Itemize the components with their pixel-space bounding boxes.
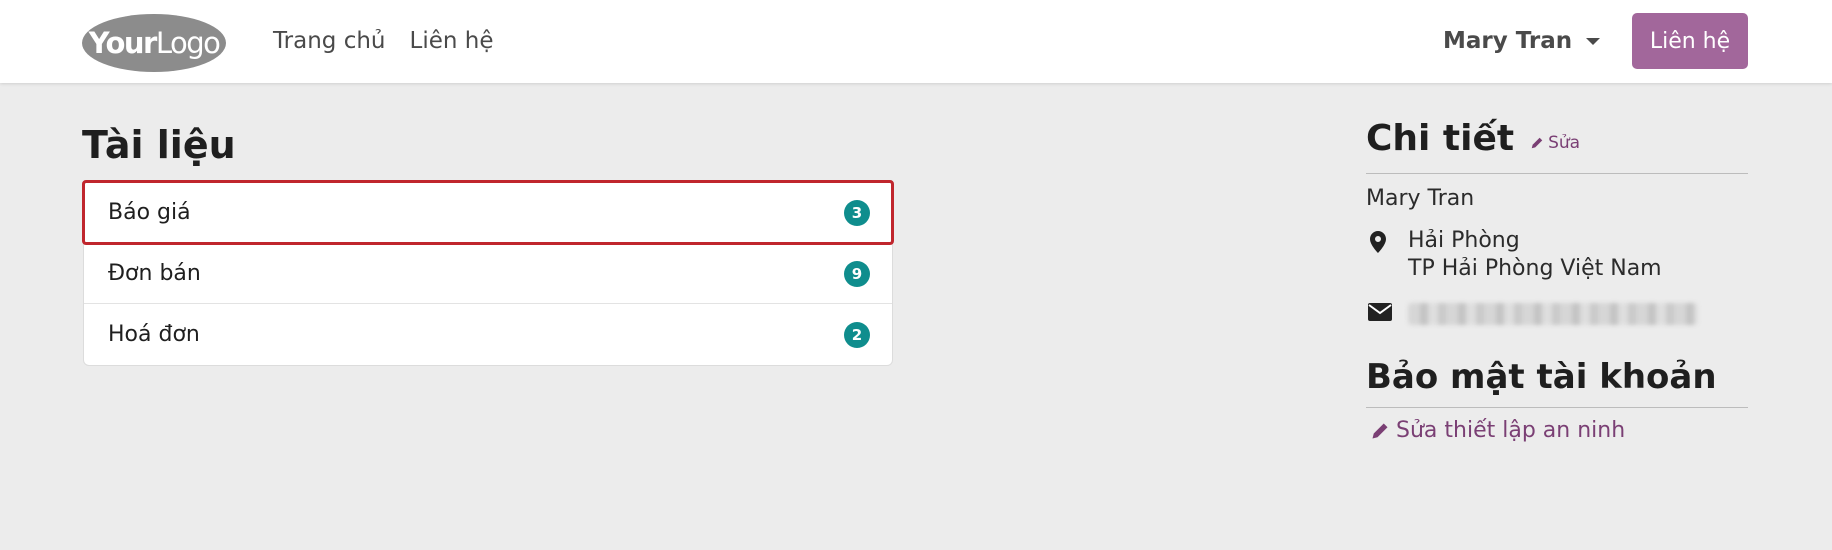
doc-item-label: Đơn bán <box>108 260 201 286</box>
pencil-icon <box>1372 423 1388 438</box>
count-badge: 2 <box>844 322 870 348</box>
nav-contact[interactable]: Liên hệ <box>410 24 494 58</box>
logo-text-thin: Logo <box>155 26 221 60</box>
doc-item-label: Hoá đơn <box>108 322 200 347</box>
security-settings-link[interactable]: Sửa thiết lập an ninh <box>1366 418 1748 443</box>
doc-item-sales-orders[interactable]: Đơn bán 9 <box>84 243 892 304</box>
details-header: Chi tiết Sửa <box>1366 118 1748 174</box>
doc-item-invoices[interactable]: Hoá đơn 2 <box>84 304 892 365</box>
main-nav: Trang chủ Liên hệ <box>273 24 518 58</box>
address-lines: Hải Phòng TP Hải Phòng Việt Nam <box>1408 227 1662 283</box>
security-link-label: Sửa thiết lập an ninh <box>1396 418 1626 443</box>
contact-button[interactable]: Liên hệ <box>1632 13 1748 69</box>
email-row <box>1366 303 1748 325</box>
address-block: Hải Phòng TP Hải Phòng Việt Nam <box>1366 227 1748 283</box>
logo-text-bold: Your <box>88 26 158 60</box>
edit-details-link[interactable]: Sửa <box>1530 133 1580 153</box>
map-marker-icon <box>1366 227 1408 283</box>
details-title: Chi tiết <box>1366 118 1515 159</box>
edit-label: Sửa <box>1548 133 1581 153</box>
chevron-down-icon <box>1586 37 1601 45</box>
count-badge: 3 <box>844 200 870 226</box>
details-panel: Chi tiết Sửa Mary Tran Hải Phòng TP Hải … <box>1366 118 1748 443</box>
documents-list: Báo giá 3 Đơn bán 9 Hoá đơn 2 <box>82 180 894 366</box>
count-badge: 9 <box>844 261 870 287</box>
email-redacted <box>1408 303 1698 325</box>
documents-title: Tài liệu <box>82 123 236 167</box>
company-logo[interactable]: Your Logo <box>82 14 226 72</box>
doc-item-quotations[interactable]: Báo giá 3 <box>82 180 894 245</box>
pencil-icon <box>1531 137 1543 149</box>
doc-item-label: Báo giá <box>108 199 191 225</box>
envelope-icon <box>1366 303 1408 325</box>
user-name: Mary Tran <box>1443 28 1573 54</box>
address-line-1: Hải Phòng <box>1408 228 1520 253</box>
contact-name: Mary Tran <box>1366 186 1475 211</box>
user-menu-toggle[interactable]: Mary Tran <box>1443 24 1601 58</box>
nav-home[interactable]: Trang chủ <box>273 24 386 58</box>
top-navbar: Your Logo Trang chủ Liên hệ Mary Tran Liê… <box>0 0 1832 83</box>
security-title: Bảo mật tài khoản <box>1366 357 1748 408</box>
address-line-2: TP Hải Phòng Việt Nam <box>1408 256 1662 281</box>
